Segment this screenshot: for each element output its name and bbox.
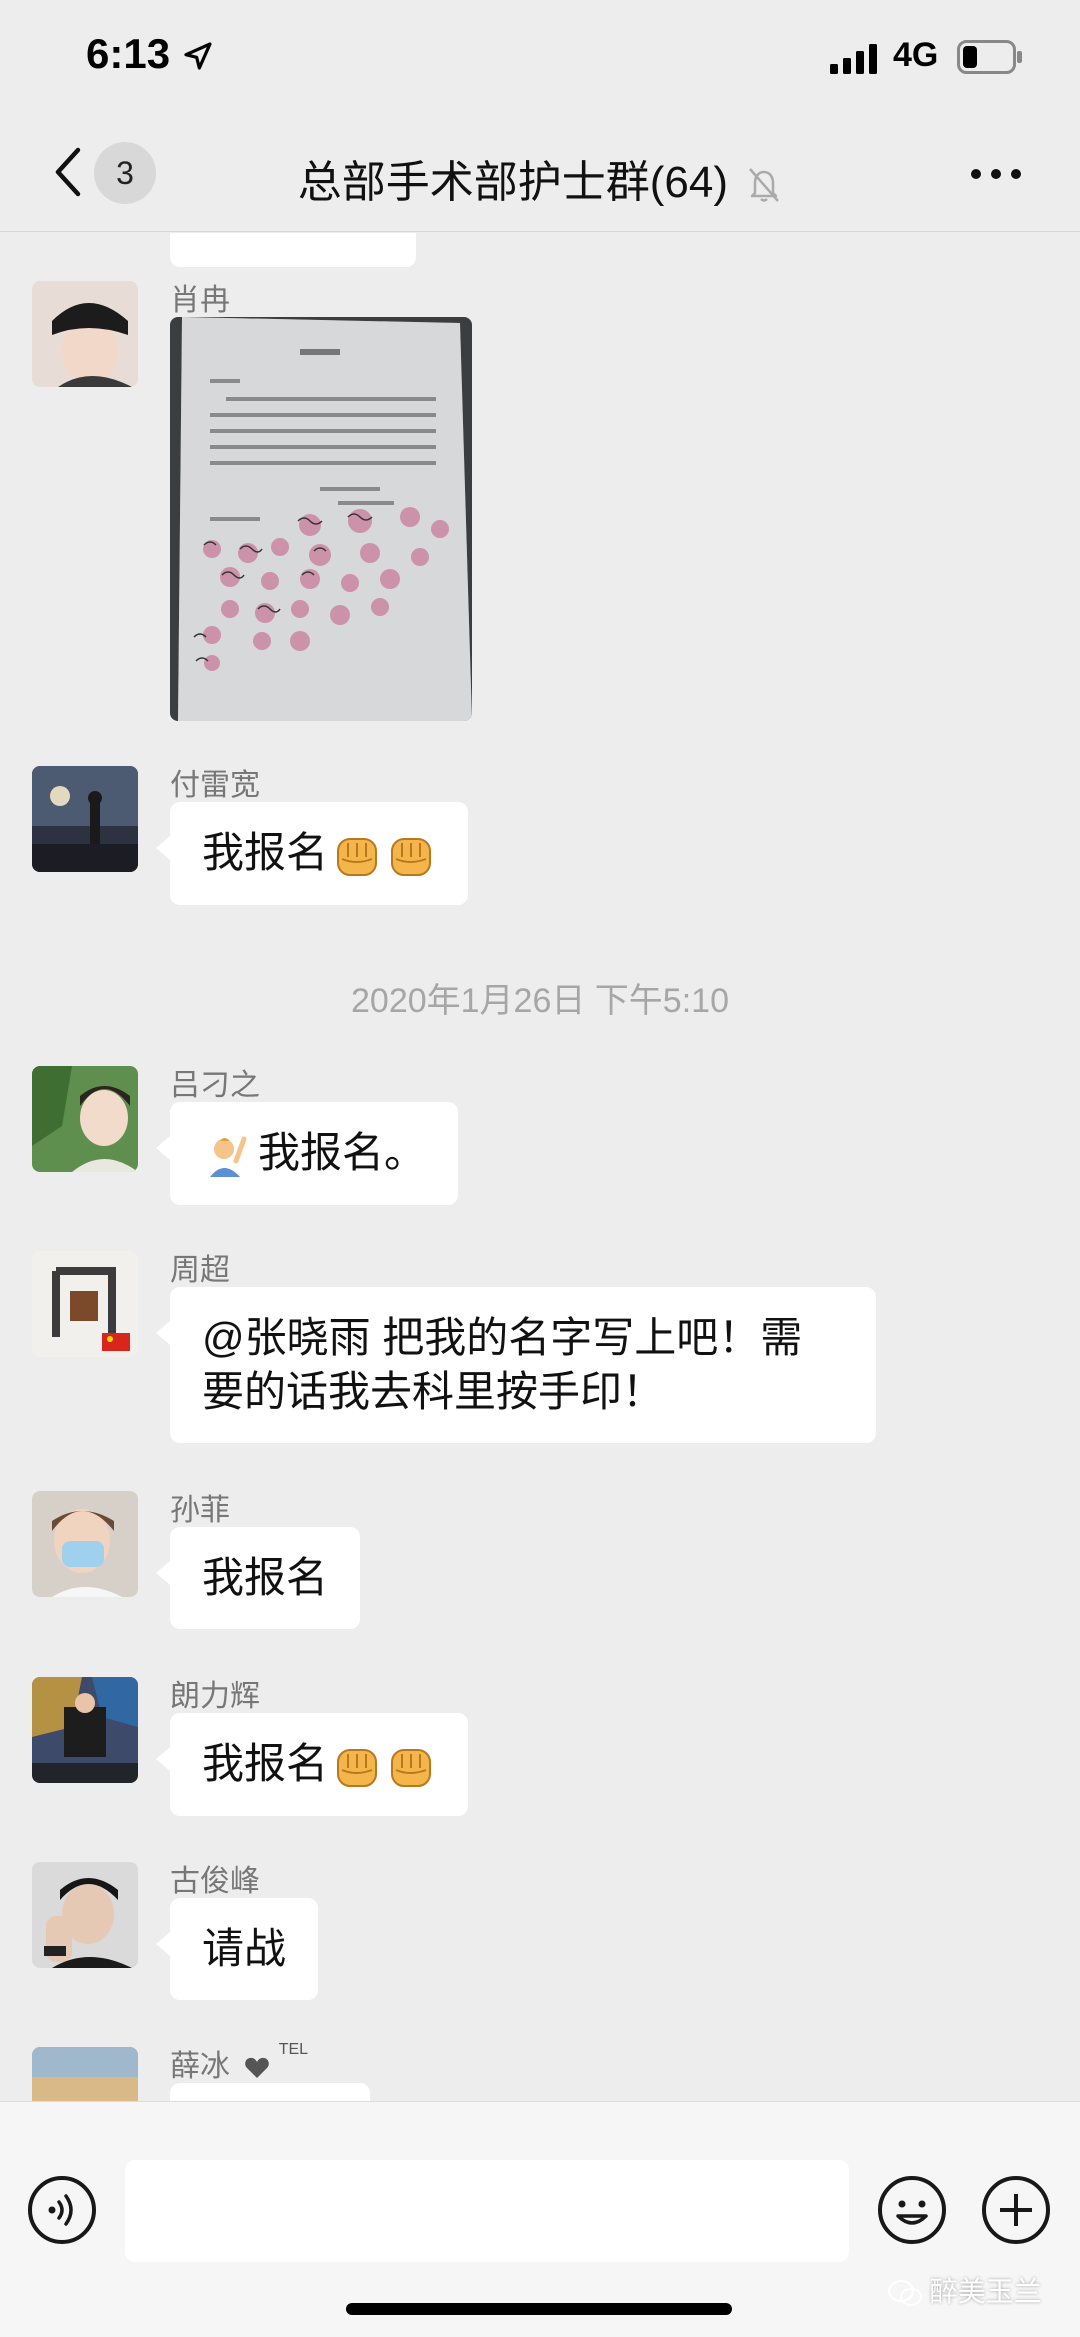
avatar-image [32, 1491, 138, 1597]
fist-emoji-icon [391, 1748, 432, 1787]
fist-emoji-icon [391, 837, 432, 876]
message-item: 肖冉 [0, 281, 1080, 721]
avatar-image [32, 1066, 138, 1172]
shared-image[interactable] [170, 317, 472, 721]
chat-messages[interactable]: 肖冉 付雷宽 我报名 2020年1月26日 下午5:10 吕刁之 我报名。 周超… [0, 233, 1080, 2101]
avatar[interactable] [32, 1251, 138, 1357]
avatar-image [32, 1862, 138, 1968]
sender-name: 朗力辉 [170, 1680, 260, 1713]
petition-document-image [170, 317, 472, 721]
more-options-icon[interactable] [966, 154, 1026, 194]
sender-name: 付雷宽 [170, 769, 260, 802]
avatar-image [32, 766, 138, 872]
avatar[interactable] [32, 2047, 138, 2101]
message-item: 薛冰 TEL [0, 2041, 1080, 2101]
avatar[interactable] [32, 1066, 138, 1172]
message-item: 吕刁之 我报名。 [0, 1066, 1080, 1216]
message-text: 我报名 [202, 1554, 329, 1601]
sender-name: 孙菲 [170, 1494, 230, 1527]
message-text: 我报名 [202, 829, 329, 876]
message-bubble[interactable]: 我报名。 [155, 1102, 459, 1205]
avatar-image [32, 281, 138, 387]
message-bubble[interactable] [170, 2083, 370, 2101]
tel-tag: TEL [278, 2041, 309, 2058]
message-item: 古俊峰 请战 [0, 1862, 1080, 2012]
sender-name-text: 薛冰 [170, 2050, 230, 2083]
wechat-icon [888, 2279, 922, 2306]
avatar[interactable] [32, 1491, 138, 1597]
avatar-image [32, 1677, 138, 1783]
avatar[interactable] [32, 766, 138, 872]
person-raising-hand-emoji-icon [210, 1136, 247, 1177]
message-text-line: 要的话我去科里按手印！ [202, 1368, 665, 1415]
chat-title-text: 总部手术部护士群(64) [297, 158, 728, 207]
message-text-line: @张晓雨 把我的名字写上吧！需 [202, 1314, 803, 1361]
battery-icon [957, 40, 1022, 74]
heart-icon [245, 2057, 270, 2079]
avatar[interactable] [32, 281, 138, 387]
plus-icon[interactable] [980, 2174, 1052, 2246]
sender-name: 吕刁之 [170, 1069, 260, 1102]
message-text: 我报名。 [258, 1129, 427, 1176]
watermark: 醉美玉兰 [888, 2270, 1042, 2310]
avatar[interactable] [32, 1677, 138, 1783]
message-item: 孙菲 我报名 [0, 1491, 1080, 1641]
message-input[interactable] [125, 2160, 849, 2262]
avatar-image [32, 2047, 138, 2101]
message-text: 我报名 [202, 1740, 329, 1787]
home-indicator[interactable] [346, 2303, 732, 2315]
previous-message-bubble [170, 233, 416, 267]
message-item: 周超 @张晓雨 把我的名字写上吧！需 要的话我去科里按手印！ [0, 1251, 1080, 1451]
location-arrow-icon [184, 42, 212, 70]
watermark-text: 醉美玉兰 [929, 2276, 1042, 2307]
message-text: 请战 [202, 1925, 287, 1972]
message-bubble[interactable]: @张晓雨 把我的名字写上吧！需 要的话我去科里按手印！ [156, 1287, 876, 1443]
emoji-icon[interactable] [876, 2174, 948, 2246]
sender-name: 薛冰 TEL [170, 2041, 308, 2085]
chat-title: 总部手术部护士群(64) [0, 146, 1080, 210]
message-bubble[interactable]: 我报名 [155, 802, 469, 905]
message-item: 付雷宽 我报名 [0, 766, 1080, 916]
signal-icon [830, 44, 877, 74]
message-bubble[interactable]: 我报名 [155, 1713, 469, 1816]
avatar[interactable] [32, 1862, 138, 1968]
fist-emoji-icon [337, 1748, 378, 1787]
sender-name: 周超 [170, 1254, 230, 1287]
avatar-image [32, 1251, 138, 1357]
network-type: 4G [893, 36, 939, 74]
sender-name: 肖冉 [170, 284, 230, 317]
message-bubble[interactable]: 请战 [155, 1898, 319, 2000]
status-time: 6:13 [86, 30, 171, 77]
mute-bell-icon [749, 168, 780, 203]
message-item: 朗力辉 我报名 [0, 1677, 1080, 1827]
sender-name: 古俊峰 [170, 1865, 260, 1898]
message-bubble[interactable]: 我报名 [155, 1527, 361, 1629]
voice-input-icon[interactable] [26, 2174, 98, 2246]
message-timestamp: 2020年1月26日 下午5:10 [351, 982, 729, 1020]
chat-header: 3 总部手术部护士群(64) [0, 120, 1080, 232]
fist-emoji-icon [337, 837, 378, 876]
status-bar: 6:13 4G [0, 0, 1080, 120]
